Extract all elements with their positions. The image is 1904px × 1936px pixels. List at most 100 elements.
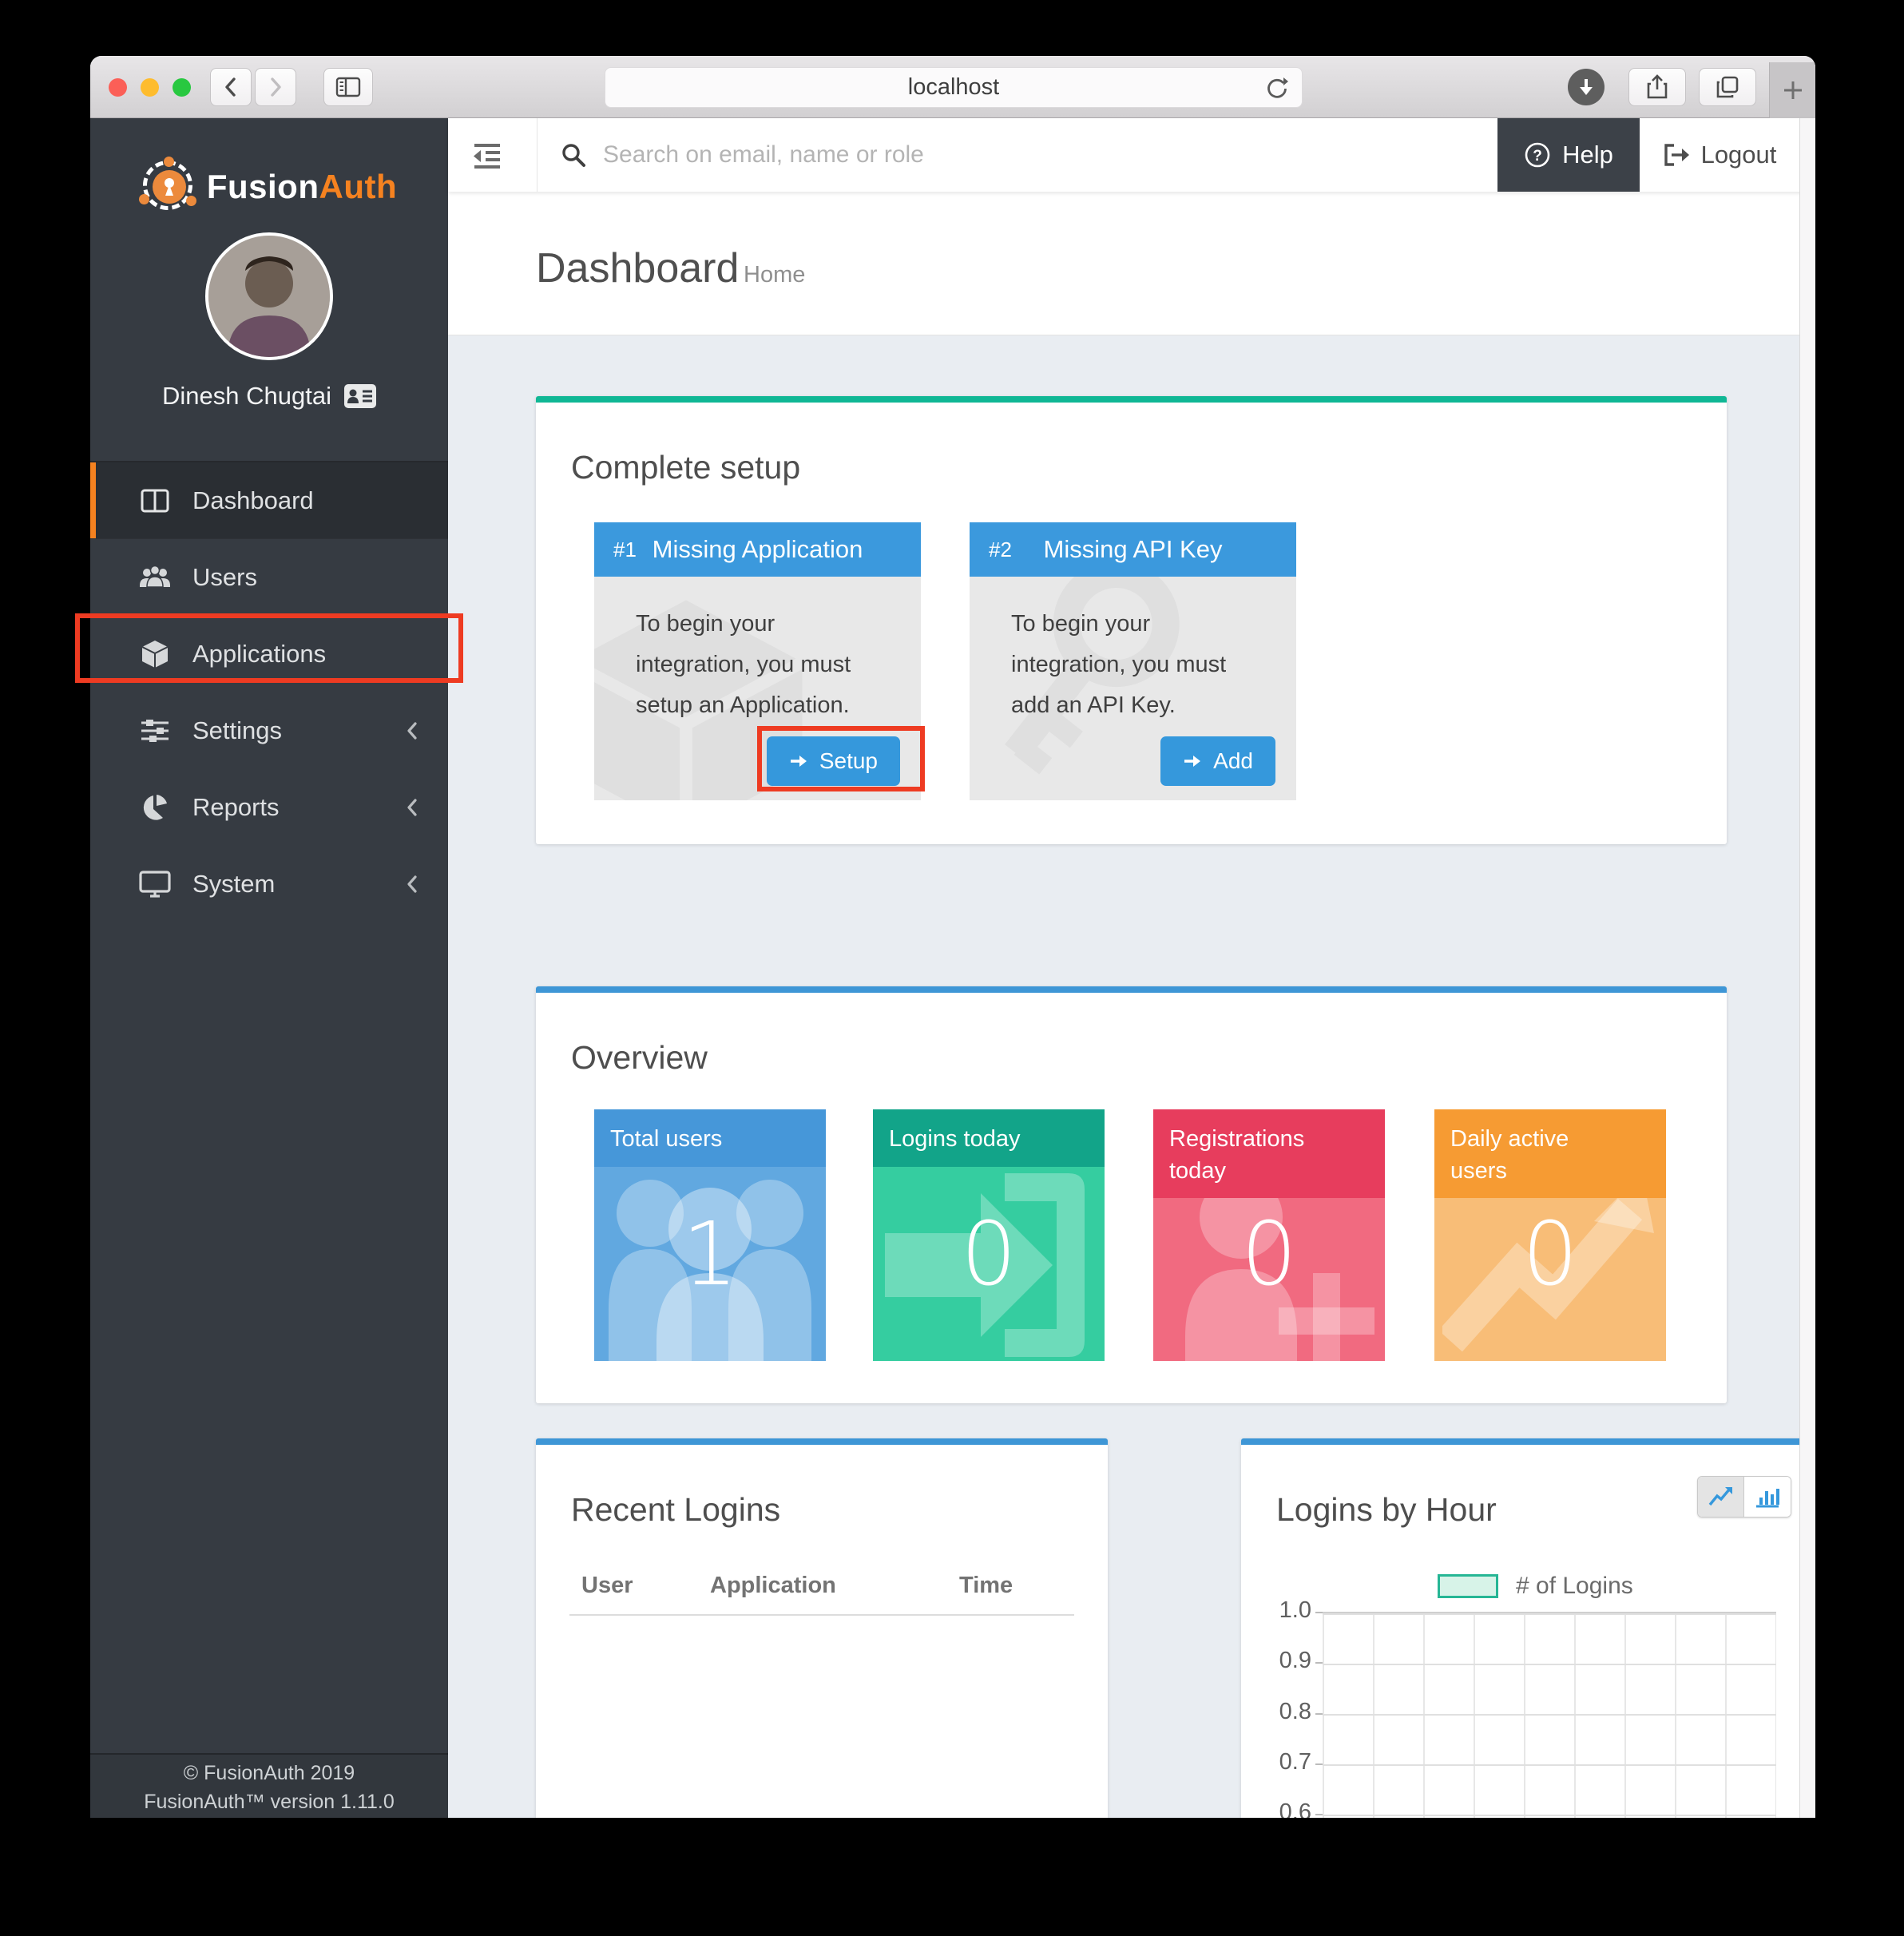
page-title: Dashboard	[536, 244, 739, 292]
back-button[interactable]	[210, 68, 252, 106]
tile-value: 1	[594, 1210, 826, 1298]
top-bar: ? Help Logout	[448, 118, 1815, 192]
chart-plot-area	[1323, 1612, 1776, 1818]
help-button[interactable]: ? Help	[1497, 118, 1640, 192]
search-area	[560, 118, 1438, 192]
recent-logins-title: Recent Logins	[571, 1491, 780, 1529]
id-card-icon[interactable]	[344, 384, 376, 408]
chevron-left-icon	[405, 719, 419, 743]
search-icon	[560, 141, 587, 169]
help-label: Help	[1562, 141, 1613, 169]
screenshot-stage: localhost	[0, 0, 1904, 1936]
add-button[interactable]: Add	[1160, 736, 1275, 786]
search-input[interactable]	[603, 141, 1402, 169]
card-number: #1	[613, 538, 637, 562]
users-icon	[137, 564, 173, 591]
card-number: #2	[989, 538, 1012, 562]
y-axis-tick: 0.9	[1248, 1648, 1311, 1674]
recent-logins-panel: Recent Logins User Application Time	[536, 1438, 1108, 1818]
logout-button[interactable]: Logout	[1640, 118, 1799, 192]
sidebar-item-label: Users	[192, 563, 257, 592]
column-header-user: User	[581, 1573, 633, 1599]
line-chart-toggle-button[interactable]	[1698, 1477, 1744, 1517]
logins-by-hour-title: Logins by Hour	[1276, 1491, 1497, 1529]
sidebar-item-label: Dashboard	[192, 486, 314, 515]
card-header: #2 Missing API Key	[970, 522, 1296, 577]
card-title: Missing API Key	[1044, 535, 1223, 564]
downloads-button[interactable]	[1568, 69, 1605, 105]
reload-icon[interactable]	[1263, 75, 1291, 102]
download-arrow-icon	[1577, 77, 1596, 97]
line-chart-icon	[1708, 1485, 1735, 1509]
tile-value: 0	[1153, 1210, 1385, 1298]
sign-out-icon	[1663, 142, 1690, 168]
tile-value: 0	[1434, 1210, 1666, 1298]
new-tab-button[interactable]	[1769, 62, 1815, 118]
sliders-icon	[137, 717, 173, 744]
forward-button[interactable]	[255, 68, 296, 106]
sidebar-item-users[interactable]: Users	[90, 539, 448, 616]
card-body: To begin your integration, you must add …	[970, 577, 1296, 800]
y-axis-tick: 0.6	[1248, 1799, 1311, 1818]
logins-today-tile: Logins today N/A 0	[873, 1109, 1105, 1361]
sidebar-nav: Dashboard Users Applications Settings	[90, 461, 448, 922]
tabs-icon	[1714, 73, 1741, 101]
tile-label: Logins today	[873, 1109, 1105, 1167]
total-users-tile: Total users 1	[594, 1109, 826, 1361]
collapse-sidebar-button[interactable]	[462, 136, 512, 174]
chevron-left-icon	[405, 872, 419, 896]
scrollbar[interactable]	[1799, 118, 1815, 1818]
sidebar-item-reports[interactable]: Reports	[90, 769, 448, 846]
sidebar-item-system[interactable]: System	[90, 846, 448, 922]
copyright-text: © FusionAuth 2019	[90, 1759, 448, 1787]
sidebar-item-dashboard[interactable]: Dashboard	[90, 462, 448, 539]
overview-title: Overview	[571, 1039, 708, 1077]
logout-label: Logout	[1701, 141, 1777, 169]
plus-icon	[1782, 79, 1804, 101]
page-header: Dashboard Home	[448, 192, 1815, 335]
sidebar-item-label: System	[192, 870, 275, 899]
share-button[interactable]	[1628, 68, 1686, 106]
tile-label: Daily active users	[1434, 1109, 1666, 1198]
card-text: To begin your integration, you must setu…	[594, 577, 858, 725]
columns-icon	[137, 487, 173, 514]
bar-chart-icon	[1754, 1485, 1781, 1509]
chevron-right-icon	[265, 75, 286, 99]
daily-active-users-tile: Daily active users N/A 0	[1434, 1109, 1666, 1361]
sidebar-panel-icon	[335, 75, 362, 99]
browser-window: localhost	[90, 56, 1815, 1818]
y-axis-tick: 0.7	[1248, 1749, 1311, 1775]
browser-chrome: localhost	[90, 56, 1815, 118]
arrow-right-icon	[1183, 752, 1202, 771]
outdent-icon	[471, 141, 503, 169]
sidebar-item-label: Settings	[192, 716, 282, 745]
close-window-button[interactable]	[109, 78, 127, 97]
address-bar[interactable]: localhost	[605, 67, 1303, 108]
brand-wordmark: FusionAuth	[207, 168, 397, 206]
main-area: ? Help Logout Dashboard Home Complete se…	[448, 118, 1815, 1818]
avatar	[205, 232, 333, 360]
registrations-today-tile: Registrations today N/A 0	[1153, 1109, 1385, 1361]
user-name: Dinesh Chugtai	[90, 382, 448, 411]
monitor-icon	[137, 870, 173, 899]
minimize-window-button[interactable]	[141, 78, 159, 97]
question-circle-icon: ?	[1524, 141, 1551, 169]
legend-swatch	[1438, 1574, 1498, 1598]
fusionauth-lock-icon	[141, 159, 197, 215]
share-icon	[1645, 73, 1669, 101]
annotation-box-setup-button	[757, 726, 925, 791]
sidebar-item-settings[interactable]: Settings	[90, 692, 448, 769]
tab-overview-button[interactable]	[1699, 68, 1756, 106]
sidebar-footer: © FusionAuth 2019 FusionAuth™ version 1.…	[90, 1753, 448, 1818]
svg-text:?: ?	[1533, 148, 1542, 165]
table-header-divider	[569, 1614, 1074, 1616]
y-axis-tick: 0.8	[1248, 1699, 1311, 1725]
zoom-window-button[interactable]	[173, 78, 191, 97]
legend-label: # of Logins	[1516, 1573, 1633, 1600]
sidebar: FusionAuth Dinesh Chugtai Dashboard User…	[90, 118, 448, 1818]
breadcrumb[interactable]: Home	[744, 262, 805, 288]
fusionauth-logo: FusionAuth	[90, 147, 448, 227]
bar-chart-toggle-button[interactable]	[1744, 1477, 1791, 1517]
pie-chart-icon	[137, 793, 173, 822]
sidebar-toggle-button[interactable]	[323, 68, 373, 106]
